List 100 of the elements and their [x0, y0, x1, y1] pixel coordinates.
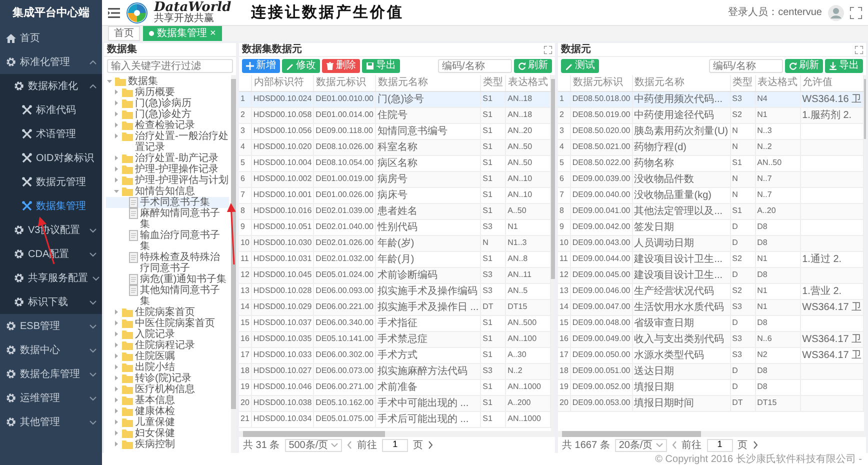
- table-row[interactable]: 5 HDSD00.10.004 DE08.10.054.00 病区名称 S1 AN..50: [239, 155, 551, 171]
- caret-right-icon[interactable]: [113, 307, 120, 317]
- column-header[interactable]: 类型: [480, 75, 506, 91]
- caret-right-icon[interactable]: [113, 175, 120, 185]
- tree-item[interactable]: 住院医嘱: [106, 351, 229, 362]
- tree-item[interactable]: 治疗处置-助产记录: [106, 153, 229, 164]
- tab[interactable]: 首页: [108, 26, 140, 41]
- table-row[interactable]: 5 DE08.50.022.00 药物名称 S1 AN..50: [558, 155, 864, 171]
- table-row[interactable]: 19 HDSD00.10.046 DE06.00.271.00 术前准备 S1 AN..1000: [239, 379, 551, 395]
- column-header[interactable]: 数据元名称: [632, 75, 730, 91]
- caret-right-icon[interactable]: [113, 439, 120, 449]
- table-row[interactable]: 9 DE09.00.042.00 签发日期 D D8: [558, 219, 864, 235]
- fullscreen-icon[interactable]: [850, 6, 862, 18]
- delete-button[interactable]: 删除: [322, 59, 360, 73]
- table-row[interactable]: 8 DE09.00.041.00 其他法定管理以及... S1 A..20: [558, 203, 864, 219]
- tree-item[interactable]: 其他知情同意书子集: [106, 285, 229, 307]
- tree-item[interactable]: 门(急)诊病历: [106, 98, 229, 109]
- caret-right-icon[interactable]: [113, 153, 120, 163]
- avatar-icon[interactable]: [828, 4, 844, 20]
- table-row[interactable]: 21 HDSD00.10.034 DE05.01.075.00 手术后可能出现的 ... S1 AN..1000: [239, 411, 551, 427]
- table-row[interactable]: 12 HDSD00.10.045 DE05.01.024.00 术前诊断编码 S3 AN..11: [239, 267, 551, 283]
- table-row[interactable]: 17 HDSD00.10.033 DE06.00.302.00 手术方式 S1 A..30: [239, 347, 551, 363]
- caret-right-icon[interactable]: [113, 131, 120, 141]
- tree-item[interactable]: 病历概要: [106, 87, 229, 98]
- caret-right-icon[interactable]: [113, 164, 120, 174]
- expand-icon[interactable]: [855, 46, 863, 54]
- page-size-select[interactable]: 500条/页: [284, 438, 342, 452]
- tree-item[interactable]: 麻醉知情同意书子集: [106, 208, 229, 230]
- table-row[interactable]: 16 DE09.00.049.00 收入与支出类别代码 S3 N..6 WS364.17 卫: [558, 331, 864, 347]
- table-row[interactable]: 4 DE08.50.021.00 药物疗程(d) N N..2: [558, 139, 864, 155]
- menu-item[interactable]: 共享服务配置: [0, 266, 102, 290]
- table-row[interactable]: 7 DE09.00.040.00 没收物品重量(kg) N N..7: [558, 187, 864, 203]
- tree-item[interactable]: 输血治疗同意书子集: [106, 230, 229, 252]
- tree-item[interactable]: 治疗处置-一般治疗处置记录: [106, 131, 229, 153]
- table-row[interactable]: 4 HDSD00.10.020 DE08.10.026.00 科室名称 S1 AN..50: [239, 139, 551, 155]
- expand-icon[interactable]: [544, 46, 552, 54]
- table-row[interactable]: 15 HDSD00.10.037 DE06.00.340.00 手术指征 S1 AN..500: [239, 315, 551, 331]
- scrollbar[interactable]: [551, 75, 555, 431]
- tree-item[interactable]: 病危(重)通知书子集: [106, 274, 229, 285]
- table-row[interactable]: 2 HDSD00.10.058 DE01.00.014.00 住院号 S1 AN..18: [239, 107, 551, 123]
- tree-item[interactable]: 数据集: [106, 76, 229, 87]
- table-row[interactable]: 6 DE09.00.039.00 没收物品件数 N N..7: [558, 171, 864, 187]
- table-row[interactable]: 14 HDSD00.10.029 DE06.00.221.00 拟实施手术及操作日 ... DT DT15: [239, 299, 551, 315]
- caret-right-icon[interactable]: [113, 109, 120, 119]
- search-field[interactable]: 编码/名称: [709, 59, 783, 73]
- caret-right-icon[interactable]: [113, 395, 120, 405]
- menu-item[interactable]: 标准代码: [0, 98, 102, 122]
- tree-item[interactable]: 知情告知信息: [106, 186, 229, 197]
- tree-item[interactable]: 门(急)诊处方: [106, 109, 229, 120]
- menu-item[interactable]: 数据中心: [0, 338, 102, 362]
- caret-right-icon[interactable]: [113, 98, 120, 108]
- table-row[interactable]: 17 DE09.00.050.00 水源水类型代码 S3 N2 WS364.17 卫: [558, 347, 864, 363]
- caret-right-icon[interactable]: [113, 362, 120, 372]
- add-button[interactable]: 新增: [242, 59, 280, 73]
- caret-right-icon[interactable]: [113, 373, 120, 383]
- menu-item[interactable]: 数据元管理: [0, 170, 102, 194]
- tree-item[interactable]: 基本信息: [106, 395, 229, 406]
- tree-item[interactable]: 医疗机构信息: [106, 384, 229, 395]
- tree-item[interactable]: 中医住院病案首页: [106, 318, 229, 329]
- menu-item[interactable]: 标准化管理: [0, 50, 102, 74]
- tree-item[interactable]: 检查检验记录: [106, 120, 229, 131]
- caret-right-icon[interactable]: [113, 120, 120, 130]
- table-row[interactable]: 11 HDSD00.10.031 DE02.01.032.00 年龄(月) S1 AN..8: [239, 251, 551, 267]
- tree-item[interactable]: 转诊(院)记录: [106, 373, 229, 384]
- menu-item[interactable]: 运维管理: [0, 386, 102, 410]
- menu-item[interactable]: 首页: [0, 26, 102, 50]
- table-row[interactable]: 13 DE09.00.046.00 生产经营状况代码 S2 N1 1.营业 2.: [558, 283, 864, 299]
- table-row[interactable]: 14 DE09.00.047.00 生活饮用水水质代码 S3 N1 WS364.17 卫: [558, 299, 864, 315]
- table-row[interactable]: 9 HDSD00.10.051 DE02.01.040.00 性别代码 S3 N1: [239, 219, 551, 235]
- menu-item[interactable]: 数据标准化: [0, 74, 102, 98]
- table-row[interactable]: 20 HDSD00.10.038 DE05.10.162.00 手术中可能出现的 ... S1 A..200: [239, 395, 551, 411]
- menu-item[interactable]: 其他管理: [0, 410, 102, 434]
- column-header[interactable]: 表达格式: [755, 75, 800, 91]
- menu-item[interactable]: ESB管理: [0, 314, 102, 338]
- table-row[interactable]: 18 HDSD00.10.027 DE06.00.073.00 拟实施麻醉方法代码 S3 N..2: [239, 363, 551, 379]
- table-row[interactable]: 10 HDSD00.10.030 DE02.01.026.00 年龄(岁) N N1..3: [239, 235, 551, 251]
- prev-page-button[interactable]: [347, 441, 352, 449]
- table-row[interactable]: 3 HDSD00.10.056 DE09.00.118.00 知情同意书编号 S1 AN..20: [239, 123, 551, 139]
- menu-item[interactable]: 标识下载: [0, 290, 102, 314]
- caret-right-icon[interactable]: [113, 329, 120, 339]
- caret-right-icon[interactable]: [113, 417, 120, 427]
- caret-right-icon[interactable]: [113, 406, 120, 416]
- page-size-select[interactable]: 20条/页: [614, 438, 667, 452]
- column-header[interactable]: 允许值: [800, 75, 864, 91]
- table-row[interactable]: 6 HDSD00.10.002 DE01.00.019.00 病房号 S1 AN..10: [239, 171, 551, 187]
- search-field[interactable]: 编码/名称: [438, 59, 512, 73]
- caret-right-icon[interactable]: [113, 87, 120, 97]
- next-page-button[interactable]: [428, 441, 434, 449]
- table-row[interactable]: 3 DE08.50.020.00 胰岛素用药次剂量(U) N N..3: [558, 123, 864, 139]
- column-header[interactable]: 内部标识符: [251, 75, 314, 91]
- scrollbar[interactable]: [231, 75, 236, 453]
- next-page-button[interactable]: [752, 441, 758, 449]
- menu-item[interactable]: 数据仓库管理: [0, 362, 102, 386]
- column-header[interactable]: 数据元名称: [376, 75, 481, 91]
- caret-right-icon[interactable]: [113, 384, 120, 394]
- menu-item[interactable]: OID对象标识: [0, 146, 102, 170]
- table-row[interactable]: 12 DE09.00.045.00 建设项目设计卫生... D D8: [558, 267, 864, 283]
- filter-field[interactable]: 输入关键字进行过滤: [107, 59, 233, 73]
- tree-item[interactable]: 妇女保健: [106, 428, 229, 439]
- tree-item[interactable]: 护理-护理操作记录: [106, 164, 229, 175]
